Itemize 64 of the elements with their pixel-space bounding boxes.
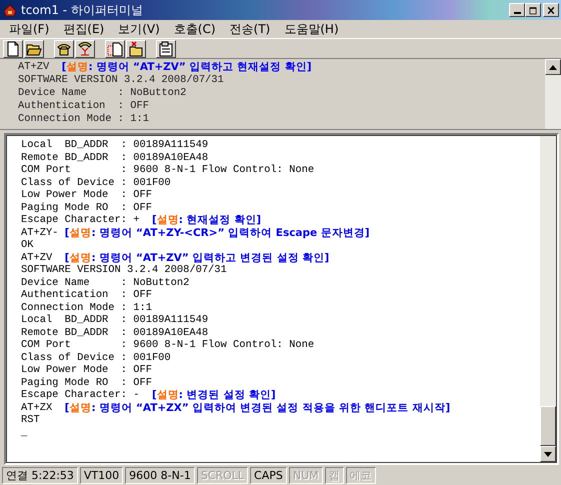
terminal-text: COM Port : 9600 8-N-1 Flow Control: None: [21, 339, 314, 352]
scroll-up-button[interactable]: [545, 59, 561, 75]
terminal-text: Remote BD_ADDR : 00189A10EA48: [21, 326, 208, 339]
annotation: [설명: 변경된 설정 확인]: [152, 389, 276, 402]
maximize-icon: [528, 6, 538, 14]
status-panel: CAPS: [250, 466, 287, 484]
annotation: [설명: 명령어 “AT+ZY-<CR>” 입력하여 Escape 문자변경]: [64, 226, 370, 239]
terminal-text: Local BD_ADDR : 00189A111549: [21, 139, 208, 152]
terminal-text: OK: [21, 239, 34, 252]
menu-item[interactable]: 파일(F): [2, 20, 56, 38]
menu-item[interactable]: 전송(T): [222, 20, 278, 38]
terminal-text: AT+ZV: [21, 252, 54, 264]
terminal-text: SOFTWARE VERSION 3.2.4 2008/07/31: [21, 264, 227, 276]
terminal-text: Remote BD_ADDR : 00189A10EA48: [21, 152, 208, 164]
annotation: [설명: 현재설정 확인]: [152, 214, 262, 226]
menu-item[interactable]: 도움말(H): [277, 20, 346, 38]
terminal-text: RST: [21, 414, 40, 426]
folder-button[interactable]: [126, 40, 146, 58]
terminal-text: Low Power Mode : OFF: [21, 189, 152, 202]
terminal-text: _: [21, 426, 28, 439]
menu-item[interactable]: 호출(C): [166, 20, 223, 38]
terminal-text: Paging Mode RO : OFF: [21, 202, 152, 214]
menu-item[interactable]: 편집(E): [56, 20, 112, 38]
minimize-button[interactable]: [509, 3, 525, 17]
menu-item[interactable]: 보기(V): [111, 20, 167, 38]
terminal-text: Escape Character: +: [21, 214, 140, 226]
annotation: [설명: 명령어 “AT+ZX” 입력하여 변경된 설정 적용을 위한 핸디포트 재시작]: [64, 402, 450, 414]
terminal-text: AT+ZX: [21, 402, 54, 414]
terminal-text: Local BD_ADDR : 00189A111549: [21, 314, 208, 326]
scroll-thumb[interactable]: [540, 406, 556, 446]
status-panel: 연결 5:22:53: [2, 466, 78, 484]
terminal-text: Escape Character: -: [21, 389, 140, 402]
terminal-text: AT+ZY-: [21, 226, 60, 239]
telephone-button[interactable]: [75, 40, 95, 58]
terminal-text: Class of Device : 001F00: [21, 176, 171, 189]
terminal-text: Paging Mode RO : OFF: [21, 376, 152, 389]
terminal-text: Connection Mode : 1:1: [21, 302, 152, 314]
terminal-text: Connection Mode : 1:1: [18, 113, 149, 126]
annotation: [설명: 명령어 “AT+ZV” 입력하고 변경된 설정 확인]: [64, 252, 330, 264]
terminal-text: COM Port : 9600 8-N-1 Flow Control: None: [21, 164, 314, 176]
folder-button[interactable]: [24, 40, 44, 58]
terminal-text: Authentication : OFF: [18, 100, 149, 113]
up-arrow-icon: [549, 64, 557, 70]
terminal-text: Device Name : NoButton2: [18, 87, 186, 100]
telephone-button[interactable]: [54, 40, 74, 58]
minimize-icon: [514, 12, 520, 14]
close-button[interactable]: [543, 3, 559, 17]
terminal-text: Class of Device : 001F00: [21, 352, 171, 364]
terminal-text: AT+ZV: [18, 61, 50, 74]
status-panel: 9600 8-N-1: [125, 466, 195, 484]
scroll-down-button[interactable]: [540, 446, 556, 462]
terminal-text: SOFTWARE VERSION 3.2.4 2008/07/31: [18, 74, 224, 87]
status-panel: VT100: [80, 466, 124, 484]
annotation: [설명: 명령어 “AT+ZV” 입력하고 현재설정 확인]: [62, 61, 312, 74]
terminal-text: Device Name : NoButton2: [21, 276, 190, 289]
down-arrow-icon: [544, 452, 552, 456]
documents-button[interactable]: [105, 40, 125, 58]
properties-button[interactable]: [156, 40, 176, 58]
document-button[interactable]: [3, 40, 23, 58]
terminal-text: Low Power Mode : OFF: [21, 364, 152, 376]
window-title: tcom1 - 하이퍼터미널: [21, 2, 144, 18]
terminal-text: Authentication : OFF: [21, 289, 152, 302]
maximize-button[interactable]: [525, 3, 541, 17]
close-icon: [546, 6, 556, 14]
